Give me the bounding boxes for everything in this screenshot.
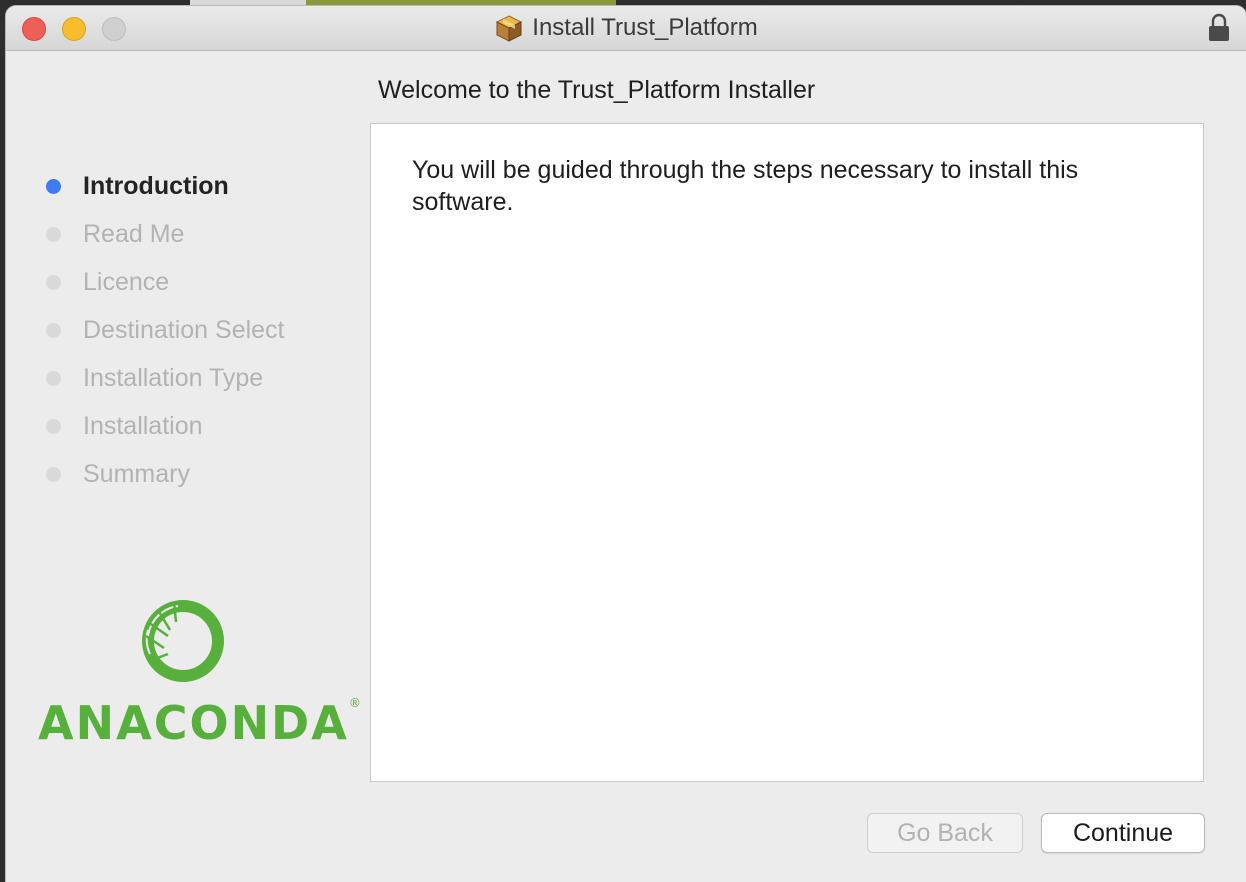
intro-text: You will be guided through the steps nec…: [412, 156, 1079, 216]
content-panel: You will be guided through the steps nec…: [370, 123, 1204, 782]
step-indicator-dot: [46, 370, 61, 386]
step-indicator-dot: [46, 418, 61, 434]
step-indicator-dot: [46, 226, 61, 242]
step-label: Introduction: [83, 171, 229, 200]
go-back-button[interactable]: Go Back: [867, 813, 1023, 853]
step-read-me: Read Me: [46, 216, 184, 252]
step-indicator-dot: [46, 466, 61, 482]
step-label: Licence: [83, 267, 170, 296]
anaconda-wordmark: ANACONDA®: [38, 696, 363, 750]
step-label: Read Me: [83, 219, 185, 248]
step-indicator-dot: [46, 274, 61, 290]
step-indicator-dot: [46, 322, 61, 338]
title-bar[interactable]: Install Trust_Platform: [6, 6, 1246, 51]
continue-button[interactable]: Continue: [1041, 813, 1205, 853]
step-label: Summary: [83, 459, 190, 488]
step-label: Installation Type: [83, 363, 264, 392]
lock-icon[interactable]: [1208, 13, 1230, 43]
anaconda-ring-icon: [142, 600, 224, 682]
step-introduction: Introduction: [46, 168, 229, 204]
step-installation: Installation: [46, 408, 203, 444]
step-label: Destination Select: [83, 315, 285, 344]
step-installation-type: Installation Type: [46, 360, 263, 396]
step-label: Installation: [83, 411, 203, 440]
registered-mark: ®: [348, 696, 363, 710]
window-title: Install Trust_Platform: [532, 14, 758, 41]
anaconda-logo: ANACONDA®: [38, 596, 361, 750]
step-destination-select: Destination Select: [46, 312, 285, 348]
package-icon: [496, 15, 523, 42]
step-indicator-dot: [46, 178, 61, 194]
step-licence: Licence: [46, 264, 169, 300]
window-title-group: Install Trust_Platform: [6, 6, 1246, 50]
installer-window: Install Trust_Platform Introduction Read…: [6, 6, 1246, 882]
page-heading: Welcome to the Trust_Platform Installer: [378, 76, 816, 104]
steps-sidebar: Introduction Read Me Licence Destination…: [6, 51, 366, 881]
step-summary: Summary: [46, 456, 190, 492]
